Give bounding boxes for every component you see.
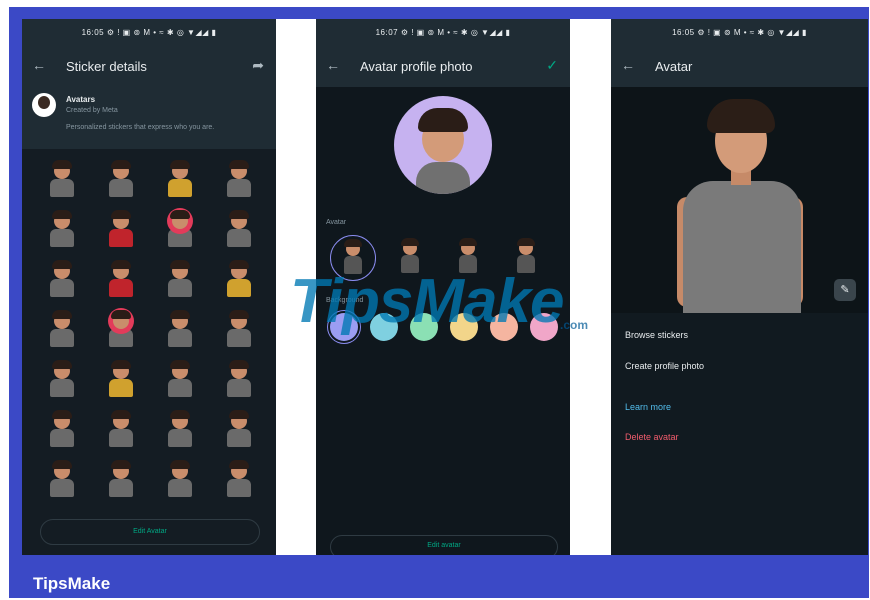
page-title: Avatar profile photo bbox=[360, 59, 473, 74]
sticker-item[interactable] bbox=[32, 307, 91, 357]
sticker-item[interactable] bbox=[91, 457, 150, 507]
page-title: Avatar bbox=[655, 59, 693, 74]
sticker-pack-info: Avatars Created by Meta Personalized sti… bbox=[22, 87, 276, 149]
avatar-shirt bbox=[683, 181, 801, 313]
page-title: Sticker details bbox=[66, 59, 147, 74]
edit-avatar-button[interactable]: Edit Avatar bbox=[40, 519, 260, 545]
sticker-item[interactable] bbox=[91, 357, 150, 407]
back-arrow-icon[interactable]: ← bbox=[326, 57, 340, 73]
sticker-item[interactable] bbox=[150, 407, 209, 457]
sticker-item[interactable] bbox=[32, 357, 91, 407]
watermark-text: TipsMake bbox=[290, 267, 564, 336]
sticker-item[interactable] bbox=[150, 207, 209, 257]
separator bbox=[570, 19, 611, 555]
sticker-item[interactable] bbox=[91, 207, 150, 257]
edit-avatar-button[interactable]: Edit avatar bbox=[330, 535, 558, 555]
status-bar: 16:05 ⚙ ! ▣ ⊚ M • ≈ ✱ ◎ ▼◢◢ ▮ bbox=[22, 19, 276, 47]
app-bar: ← Avatar bbox=[611, 47, 868, 87]
sticker-item[interactable] bbox=[150, 457, 209, 507]
avatar-body bbox=[416, 162, 470, 194]
sticker-item[interactable] bbox=[209, 257, 268, 307]
profile-photo-preview bbox=[394, 96, 492, 194]
sticker-item[interactable] bbox=[32, 407, 91, 457]
pack-description: Personalized stickers that express who y… bbox=[66, 124, 215, 131]
sticker-item[interactable] bbox=[91, 157, 150, 207]
sticker-item[interactable] bbox=[209, 157, 268, 207]
delete-avatar-item[interactable]: Delete avatar bbox=[625, 432, 679, 442]
sticker-item[interactable] bbox=[209, 207, 268, 257]
watermark-suffix: .com bbox=[560, 318, 589, 332]
pack-name: Avatars bbox=[66, 95, 96, 104]
sticker-item[interactable] bbox=[209, 407, 268, 457]
sticker-item[interactable] bbox=[150, 257, 209, 307]
sticker-item[interactable] bbox=[150, 157, 209, 207]
create-profile-photo-item[interactable]: Create profile photo bbox=[625, 361, 704, 371]
sticker-item[interactable] bbox=[91, 407, 150, 457]
share-icon[interactable]: ➦ bbox=[252, 57, 264, 74]
avatar-full-preview: ✎ bbox=[611, 87, 868, 313]
app-bar: ← Sticker details ➦ bbox=[22, 47, 276, 87]
sticker-item[interactable] bbox=[32, 257, 91, 307]
sticker-details-screen: 16:05 ⚙ ! ▣ ⊚ M • ≈ ✱ ◎ ▼◢◢ ▮ ← Sticker … bbox=[22, 19, 276, 555]
sticker-grid bbox=[32, 157, 268, 507]
sticker-item[interactable] bbox=[32, 457, 91, 507]
avatar-hair bbox=[707, 99, 775, 133]
sticker-item[interactable] bbox=[91, 257, 150, 307]
brand-label: TipsMake bbox=[33, 574, 111, 593]
app-bar: ← Avatar profile photo ✓ bbox=[316, 47, 570, 87]
browse-stickers-item[interactable]: Browse stickers bbox=[625, 330, 688, 340]
sticker-item[interactable] bbox=[32, 157, 91, 207]
sticker-item[interactable] bbox=[91, 307, 150, 357]
sticker-item[interactable] bbox=[209, 457, 268, 507]
back-arrow-icon[interactable]: ← bbox=[621, 57, 635, 73]
sticker-item[interactable] bbox=[32, 207, 91, 257]
back-arrow-icon[interactable]: ← bbox=[32, 57, 46, 73]
pack-author: Created by Meta bbox=[66, 107, 118, 114]
sticker-item[interactable] bbox=[209, 357, 268, 407]
learn-more-link[interactable]: Learn more bbox=[625, 402, 671, 412]
sticker-item[interactable] bbox=[150, 357, 209, 407]
pencil-edit-icon[interactable]: ✎ bbox=[834, 279, 856, 301]
check-icon[interactable]: ✓ bbox=[546, 57, 558, 74]
avatar-hair bbox=[418, 108, 468, 132]
section-label-avatar: Avatar bbox=[326, 219, 347, 226]
status-bar: 16:07 ⚙ ! ▣ ⊚ M • ≈ ✱ ◎ ▼◢◢ ▮ bbox=[316, 19, 570, 47]
pack-avatar-icon bbox=[32, 93, 56, 117]
sticker-item[interactable] bbox=[150, 307, 209, 357]
sticker-item[interactable] bbox=[209, 307, 268, 357]
status-bar: 16:05 ⚙ ! ▣ ⊚ M • ≈ ✱ ◎ ▼◢◢ ▮ bbox=[611, 19, 868, 47]
avatar-screen: 16:05 ⚙ ! ▣ ⊚ M • ≈ ✱ ◎ ▼◢◢ ▮ ← Avatar ✎… bbox=[611, 19, 868, 555]
